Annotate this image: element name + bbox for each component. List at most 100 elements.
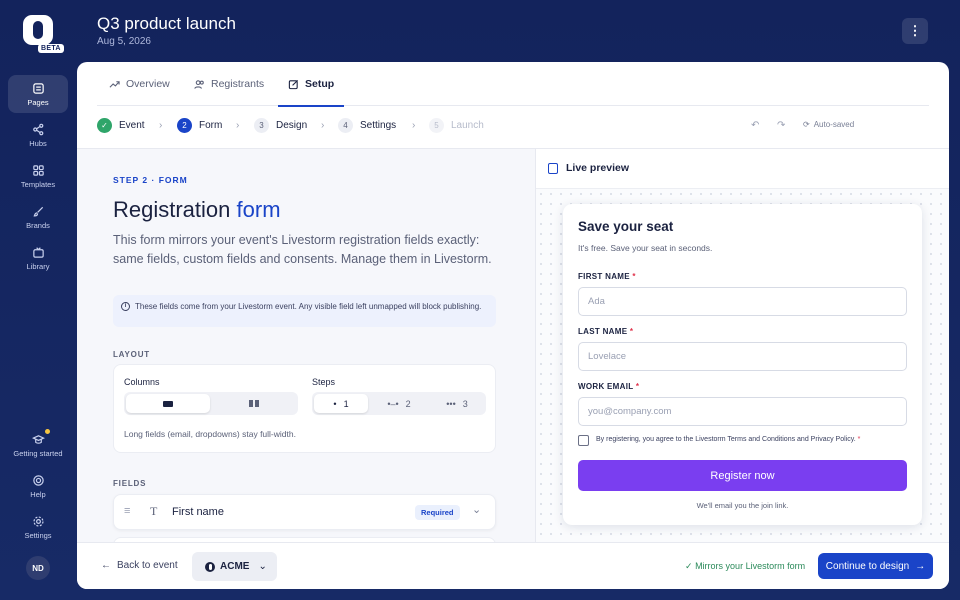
nav-library-label: Library: [26, 261, 50, 271]
pages-icon: [32, 82, 44, 94]
section-title-main: Registration: [113, 197, 231, 222]
nav-library[interactable]: Library: [8, 239, 68, 277]
two-column-icon: [249, 400, 259, 407]
single-column-icon: [163, 400, 173, 407]
layout-note: Long fields (email, dropdowns) stay full…: [124, 429, 296, 439]
consent-text: By registering, you agree to the Livesto…: [596, 436, 860, 443]
steps-three-option[interactable]: ••• 3: [430, 394, 484, 413]
step-settings-label: Settings: [360, 120, 397, 131]
last-name-placeholder: Lovelace: [588, 351, 627, 362]
chevron-down-icon[interactable]: ⌄: [472, 503, 481, 516]
tab-overview[interactable]: Overview: [109, 62, 170, 106]
mirror-status: ✓ Mirrors your Livestorm form: [685, 561, 805, 572]
work-email-placeholder: you@company.com: [588, 406, 672, 417]
nav-help[interactable]: Help: [8, 467, 68, 505]
nav-hubs[interactable]: Hubs: [8, 116, 68, 154]
required-mark: *: [629, 327, 634, 336]
three-dots-icon: •••: [446, 398, 456, 409]
work-email-input[interactable]: you@company.com: [578, 397, 907, 426]
drag-handle-icon[interactable]: ≡: [124, 505, 130, 517]
tv-icon: [32, 246, 44, 258]
back-to-event-button[interactable]: ← Back to event: [101, 560, 178, 571]
gear-icon: [32, 515, 44, 527]
check-icon: ✓: [685, 561, 693, 571]
step-form-number: 2: [177, 118, 192, 133]
preview-title: Live preview: [566, 162, 630, 174]
nav-templates-label: Templates: [20, 179, 56, 189]
more-menu-button[interactable]: ⋮: [902, 18, 928, 44]
nav-getting-started[interactable]: Getting started: [8, 426, 68, 464]
form-footnote: We'll email you the join link.: [696, 501, 789, 510]
step-form[interactable]: 2 Form: [177, 118, 222, 133]
work-email-label-text: WORK EMAIL: [578, 382, 634, 391]
steps-one-option[interactable]: • 1: [314, 394, 368, 413]
avatar[interactable]: ND: [26, 556, 50, 580]
step-design[interactable]: 3 Design: [254, 118, 307, 133]
field-row[interactable]: ≡ T First name Required ⌄: [113, 494, 496, 530]
check-icon: ✓: [97, 118, 112, 133]
continue-label: Continue to design: [825, 560, 910, 572]
chevron-right-icon: ›: [412, 120, 416, 131]
info-text: These fields come from your Livestorm ev…: [135, 302, 482, 311]
chevron-right-icon: ›: [236, 120, 240, 131]
nav-settings-label: Settings: [24, 530, 52, 540]
form-title: Save your seat: [578, 219, 674, 234]
info-banner: i These fields come from your Livestorm …: [113, 295, 496, 327]
tab-setup[interactable]: Setup: [277, 62, 345, 107]
last-name-label-text: LAST NAME: [578, 327, 628, 336]
register-now-button[interactable]: Register now: [578, 460, 907, 491]
trend-icon: [109, 80, 120, 88]
brand-selector[interactable]: ACME ⌄: [192, 552, 277, 581]
live-preview-panel: Live preview Save your seat It's free. S…: [535, 148, 949, 542]
steps-two-option[interactable]: •–• 2: [372, 394, 426, 413]
notification-dot: [45, 429, 50, 434]
preview-header: Live preview: [536, 149, 949, 189]
step-settings[interactable]: 4 Settings: [338, 118, 396, 133]
required-mark: *: [857, 436, 861, 443]
first-name-label: FIRST NAME *: [578, 272, 636, 281]
edit-icon: [288, 79, 299, 89]
nav-getting-started-label: Getting started: [13, 448, 63, 458]
steps-toggle: • 1 •–• 2 ••• 3: [312, 392, 486, 415]
steps-label: Steps: [312, 377, 336, 387]
step-eyebrow: STEP 2 · FORM: [113, 175, 188, 185]
refresh-icon: ⟳: [803, 120, 810, 129]
kebab-icon: ⋮: [908, 23, 922, 38]
nav-settings[interactable]: Settings: [8, 508, 68, 546]
undo-icon[interactable]: ↶: [751, 120, 759, 131]
steps-one-label: 1: [343, 398, 349, 409]
step-launch: 5 Launch: [429, 118, 484, 133]
text-type-icon: T: [150, 504, 158, 518]
tab-setup-label: Setup: [305, 78, 335, 90]
last-name-input[interactable]: Lovelace: [578, 342, 907, 371]
required-mark: *: [632, 272, 636, 281]
registration-form-preview: Save your seat It's free. Save your seat…: [563, 204, 922, 525]
last-name-label: LAST NAME *: [578, 327, 633, 336]
nav-brands[interactable]: Brands: [8, 198, 68, 236]
chevron-down-icon: ⌄: [258, 561, 267, 572]
nav-pages[interactable]: Pages: [8, 75, 68, 113]
fields-heading: FIELDS: [113, 479, 147, 488]
brush-icon: [33, 206, 43, 217]
columns-two-option[interactable]: [212, 394, 296, 413]
columns-toggle: [124, 392, 298, 415]
chevron-right-icon: ›: [321, 120, 325, 131]
continue-to-design-button[interactable]: Continue to design →: [818, 553, 933, 579]
side-rail: BETA Pages Hubs Templates Brands Library…: [0, 0, 76, 600]
layout-heading: LAYOUT: [113, 350, 150, 359]
tab-registrants[interactable]: Registrants: [194, 62, 264, 106]
columns-one-option[interactable]: [126, 394, 210, 413]
step-design-label: Design: [276, 120, 308, 131]
first-name-input[interactable]: Ada: [578, 287, 907, 316]
two-dots-icon: •–•: [387, 398, 399, 409]
bottom-bar: ← Back to event ACME ⌄ ✓ Mirrors your Li…: [77, 542, 949, 589]
info-icon: i: [121, 302, 130, 311]
work-email-label: WORK EMAIL *: [578, 382, 639, 391]
brand-name: ACME: [220, 561, 250, 572]
app-logo[interactable]: [23, 15, 53, 45]
nav-templates[interactable]: Templates: [8, 157, 68, 195]
redo-icon[interactable]: ↷: [777, 120, 785, 131]
step-event[interactable]: ✓ Event: [97, 118, 145, 133]
arrow-right-icon: →: [915, 560, 926, 572]
consent-checkbox[interactable]: [578, 435, 589, 446]
